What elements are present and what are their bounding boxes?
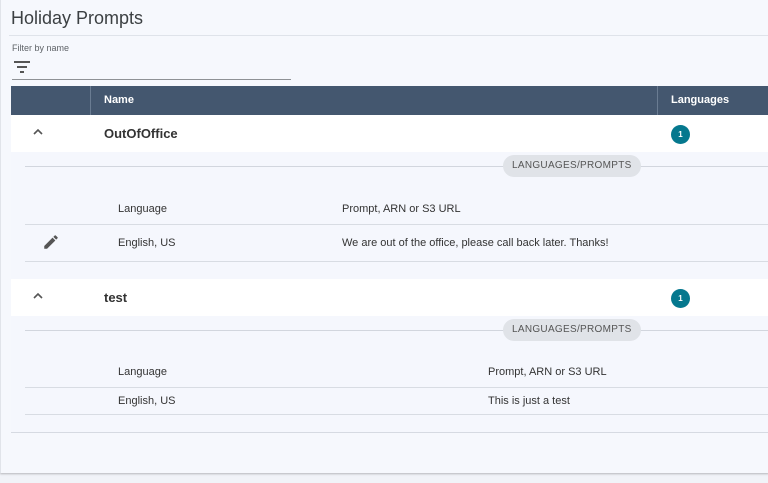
holiday-prompts-card: Holiday Prompts Filter by name Name Lang… (0, 0, 768, 473)
language-count-badge: 1 (671, 125, 690, 144)
sub-header-prompt: Prompt, ARN or S3 URL (342, 203, 461, 215)
filter-input[interactable] (12, 58, 291, 80)
language-cell: English, US (118, 237, 176, 249)
language-cell: English, US (118, 395, 176, 407)
expanded-detail: LANGUAGES/PROMPTS Language Prompt, ARN o… (11, 316, 768, 431)
page-title: Holiday Prompts (11, 8, 144, 28)
row-divider (25, 224, 768, 225)
column-separator (657, 86, 658, 115)
prompt-name: OutOfOffice (104, 126, 178, 141)
title-divider (9, 35, 768, 36)
section-divider (25, 166, 768, 167)
section-chip: LANGUAGES/PROMPTS (503, 155, 641, 177)
table-row[interactable]: test 1 (11, 279, 768, 316)
prompt-name: test (104, 290, 128, 305)
sub-header-language: Language (118, 366, 167, 378)
sub-header-language: Language (118, 203, 167, 215)
row-divider (25, 387, 768, 388)
table-header: Name Languages (11, 86, 768, 115)
prompt-cell: This is just a test (488, 395, 570, 407)
column-header-languages[interactable]: Languages (671, 86, 729, 115)
row-divider (25, 261, 768, 262)
prompt-cell: We are out of the office, please call ba… (342, 237, 609, 249)
expanded-detail: LANGUAGES/PROMPTS Language Prompt, ARN o… (11, 152, 768, 277)
column-header-name[interactable]: Name (104, 86, 134, 115)
table-row[interactable]: OutOfOffice 1 (11, 115, 768, 152)
chevron-up-icon[interactable] (33, 128, 43, 136)
column-separator (90, 86, 91, 115)
filter-label: Filter by name (12, 43, 70, 53)
filter-icon[interactable] (14, 61, 30, 73)
language-count-badge: 1 (671, 289, 690, 308)
pencil-icon[interactable] (42, 233, 60, 251)
chevron-up-icon[interactable] (33, 292, 43, 300)
holiday-prompts-table: Name Languages OutOfOffice 1 LANGUAGES/P… (11, 86, 768, 433)
row-divider (25, 414, 768, 415)
sub-header-prompt: Prompt, ARN or S3 URL (488, 366, 607, 378)
section-chip: LANGUAGES/PROMPTS (503, 319, 641, 341)
section-divider (25, 330, 768, 331)
